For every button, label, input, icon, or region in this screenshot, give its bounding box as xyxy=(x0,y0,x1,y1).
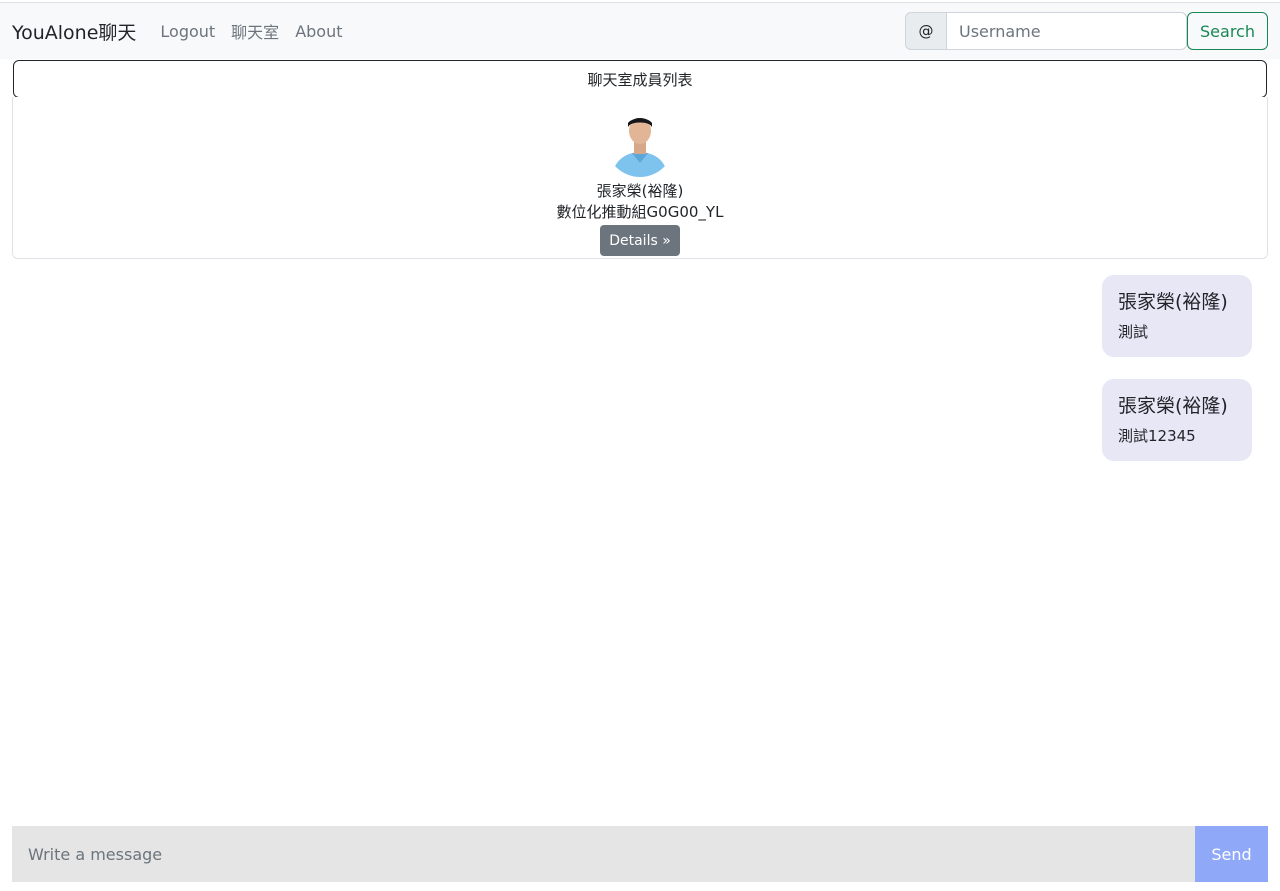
message-sender: 張家榮(裕隆) xyxy=(1118,291,1228,313)
message-bubble: 張家榮(裕隆) 測試12345 xyxy=(1102,379,1252,461)
message-bubble: 張家榮(裕隆) 測試 xyxy=(1102,275,1252,357)
member-name: 張家榮(裕隆) xyxy=(596,182,684,200)
member-card: 張家榮(裕隆) 數位化推動組G0G00_YL Details » xyxy=(13,109,1267,256)
message-sender: 張家榮(裕隆) xyxy=(1118,395,1228,417)
nav-link-logout[interactable]: Logout xyxy=(160,22,215,41)
nav-link-about[interactable]: About xyxy=(295,22,342,41)
username-input[interactable] xyxy=(947,12,1187,50)
member-department: 數位化推動組G0G00_YL xyxy=(556,203,724,221)
nav-link-chatroom[interactable]: 聊天室 xyxy=(231,19,279,43)
chat-messages: 張家榮(裕隆) 測試 張家榮(裕隆) 測試12345 xyxy=(0,260,1280,820)
member-details-button[interactable]: Details » xyxy=(600,225,680,256)
message-input[interactable] xyxy=(12,826,1195,882)
top-navbar: YouAlone聊天 Logout 聊天室 About @ Search xyxy=(0,2,1280,59)
avatar xyxy=(606,109,674,177)
avatar-photo xyxy=(606,109,674,177)
username-search-group: @ xyxy=(905,12,1187,50)
message-text: 測試 xyxy=(1118,323,1149,341)
members-list-toggle[interactable]: 聊天室成員列表 xyxy=(13,60,1267,98)
message-text: 測試12345 xyxy=(1118,427,1196,445)
brand-logo[interactable]: YouAlone聊天 xyxy=(12,18,136,45)
send-button[interactable]: Send xyxy=(1195,826,1268,882)
at-addon: @ xyxy=(905,12,947,50)
message-composer: Send xyxy=(12,826,1268,882)
search-button[interactable]: Search xyxy=(1187,12,1268,50)
members-panel: 張家榮(裕隆) 數位化推動組G0G00_YL Details » xyxy=(12,97,1268,259)
